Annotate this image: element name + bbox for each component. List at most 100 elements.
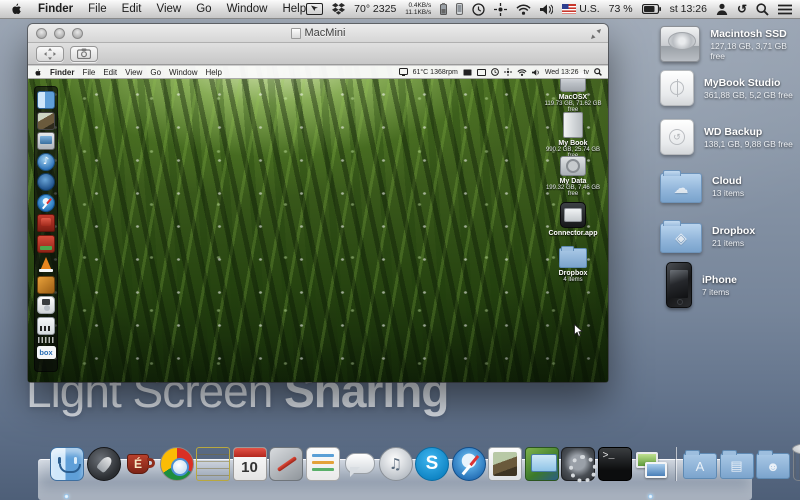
dock-launchpad-icon[interactable]	[87, 447, 121, 481]
screen-sharing-window: MacMini	[28, 24, 608, 382]
desktop-icon-macintosh-ssd[interactable]: Macintosh SSD 127,18 GB, 3,71 GB free	[660, 26, 800, 62]
dock-applications-folder-icon[interactable]: A	[683, 453, 717, 479]
menu-item-window[interactable]: Window	[227, 3, 268, 15]
dock-stickies-icon[interactable]	[196, 447, 230, 481]
remote-user-short[interactable]: tv	[584, 69, 589, 76]
menu-item-go[interactable]: Go	[196, 3, 211, 15]
remote-apple-menu-icon[interactable]	[34, 68, 42, 77]
dropbox-menu-icon[interactable]	[332, 3, 345, 15]
menubar-clock[interactable]: st 13:26	[670, 3, 707, 15]
remote-dock-ipod-icon[interactable]	[37, 296, 55, 314]
remote-wifi-icon[interactable]	[517, 69, 527, 76]
remote-dock-activity-monitor-icon[interactable]	[37, 317, 55, 335]
remote-dock-transmit-icon[interactable]	[37, 235, 55, 253]
remote-menu-file[interactable]: File	[82, 68, 95, 77]
window-titlebar[interactable]: MacMini	[28, 24, 608, 43]
remote-dock-frontrow-icon[interactable]	[37, 214, 55, 232]
remote-menu-finder[interactable]: Finder	[50, 68, 74, 77]
dock-terminal-icon[interactable]: >_	[598, 447, 632, 481]
remote-monitor-icon[interactable]	[477, 69, 486, 76]
remote-dock-box-icon[interactable]: box	[37, 346, 56, 359]
notification-center-icon[interactable]	[778, 4, 792, 15]
spotlight-icon[interactable]	[756, 3, 769, 16]
desktop-icon-cloud[interactable]: ☁ Cloud 13 items	[660, 169, 800, 203]
remote-display-icon[interactable]	[399, 68, 408, 76]
desktop-icon-dropbox[interactable]: ◈ Dropbox 21 items	[660, 219, 800, 253]
remote-dock-finder-icon[interactable]	[37, 91, 55, 109]
remote-dock-separator	[38, 337, 54, 343]
battery-percent[interactable]: 73 %	[609, 3, 633, 15]
battery-icon[interactable]	[642, 4, 661, 14]
remote-icon-dropbox[interactable]: Dropbox 4 items	[540, 248, 606, 283]
desktop-icon-iphone[interactable]: iPhone 7 items	[660, 262, 800, 308]
menu-item-finder[interactable]: Finder	[38, 3, 73, 15]
remote-icon-my-book[interactable]: My Book 990.2 GB, 25.74 GB free	[540, 112, 606, 159]
remote-dock-itunes-icon[interactable]: ♪	[37, 153, 55, 171]
dock-coffee-app-icon[interactable]: É	[123, 447, 157, 481]
status-network-speed[interactable]: 0.4KB/s 11.1KB/s	[405, 2, 431, 16]
remote-menu-window[interactable]: Window	[169, 68, 197, 77]
dock-trash-icon[interactable]	[793, 449, 800, 481]
remote-menu-edit[interactable]: Edit	[103, 68, 117, 77]
timemachine-clock-icon[interactable]	[472, 3, 485, 16]
remote-dock-vlc-icon[interactable]	[37, 255, 55, 273]
input-flag-icon[interactable]: U.S.	[562, 3, 599, 15]
dock-documents-folder-icon[interactable]: ▤	[720, 453, 754, 479]
accessibility-icon[interactable]	[494, 3, 507, 16]
remote-icon-connector-app[interactable]: Connector.app	[540, 202, 606, 237]
menu-item-file[interactable]: File	[88, 3, 107, 15]
remote-volume-icon[interactable]	[532, 69, 540, 76]
apple-menu-icon[interactable]	[10, 2, 23, 16]
dock-finder-icon[interactable]	[50, 447, 84, 481]
dock-users-folder-icon[interactable]: ☻	[756, 453, 790, 479]
desktop-icon-mybook-studio[interactable]: MyBook Studio 361,88 GB, 5,2 GB free	[660, 70, 800, 106]
dock-reminders-icon[interactable]	[306, 447, 340, 481]
remote-dock-browser-icon[interactable]	[37, 173, 55, 191]
fullscreen-arrows-icon[interactable]	[591, 29, 601, 39]
timemachine-menu-icon[interactable]: ↺	[737, 2, 747, 16]
dock-skype-icon[interactable]: S	[415, 447, 449, 481]
screenshot-button[interactable]	[70, 46, 98, 62]
remote-desktop[interactable]: Finder File Edit View Go Window Help 61°…	[28, 66, 608, 382]
dock-utility-app-icon[interactable]	[269, 447, 303, 481]
menu-item-edit[interactable]: Edit	[122, 3, 142, 15]
dock-chrome-icon[interactable]	[160, 447, 194, 481]
remote-clock-icon[interactable]	[491, 68, 499, 76]
remote-displays-icon[interactable]	[463, 69, 472, 76]
dock-screen-sharing-icon[interactable]	[634, 447, 668, 481]
remote-dock-screen-sharing-icon[interactable]	[37, 132, 55, 150]
device-battery-icon[interactable]	[440, 3, 447, 15]
dock-calendar-icon[interactable]: 10	[233, 447, 267, 481]
remote-mybook-icon	[563, 112, 583, 138]
user-icon[interactable]	[716, 3, 728, 15]
dock-green-app-icon[interactable]	[525, 447, 559, 481]
dock-system-preferences-icon[interactable]	[561, 447, 595, 481]
menu-item-help[interactable]: Help	[282, 3, 306, 15]
dock-itunes-icon[interactable]: ♫	[379, 447, 413, 481]
remote-menu-go[interactable]: Go	[150, 68, 161, 77]
remote-access-icon[interactable]	[504, 68, 512, 76]
menu-item-view[interactable]: View	[157, 3, 182, 15]
remote-dock-safari-icon[interactable]	[37, 194, 55, 212]
screen-sharing-menu-icon[interactable]	[306, 3, 323, 15]
remote-cursor-icon	[574, 324, 583, 337]
remote-status-fan[interactable]: 61°C 1368rpm	[413, 69, 458, 76]
remote-spotlight-icon[interactable]	[594, 68, 602, 76]
desktop-icon-wd-backup[interactable]: ↺ WD Backup 138,1 GB, 9,88 GB free	[660, 119, 800, 155]
remote-icon-my-data[interactable]: My Data 199.32 GB, 7.46 GB free	[540, 156, 606, 197]
wifi-icon[interactable]	[516, 4, 531, 15]
remote-menu-view[interactable]: View	[125, 68, 142, 77]
remote-clock-text[interactable]: Wed 13:26	[545, 69, 579, 76]
volume-icon[interactable]	[540, 4, 553, 15]
remote-dock-preview-icon[interactable]	[37, 112, 55, 130]
remote-menu-help[interactable]: Help	[205, 68, 221, 77]
fit-screen-button[interactable]	[36, 46, 64, 62]
remote-dock-utility-icon[interactable]	[37, 276, 55, 294]
window-proxy-icon	[291, 28, 301, 39]
dock-preview-icon[interactable]	[488, 447, 522, 481]
status-temp-fan[interactable]: 70° 2325	[354, 3, 396, 15]
dock-messages-icon[interactable]	[342, 447, 376, 481]
remote-dropbox-folder-icon	[559, 248, 587, 268]
dock-safari-icon[interactable]	[452, 447, 486, 481]
device-phone-icon[interactable]	[456, 3, 463, 15]
